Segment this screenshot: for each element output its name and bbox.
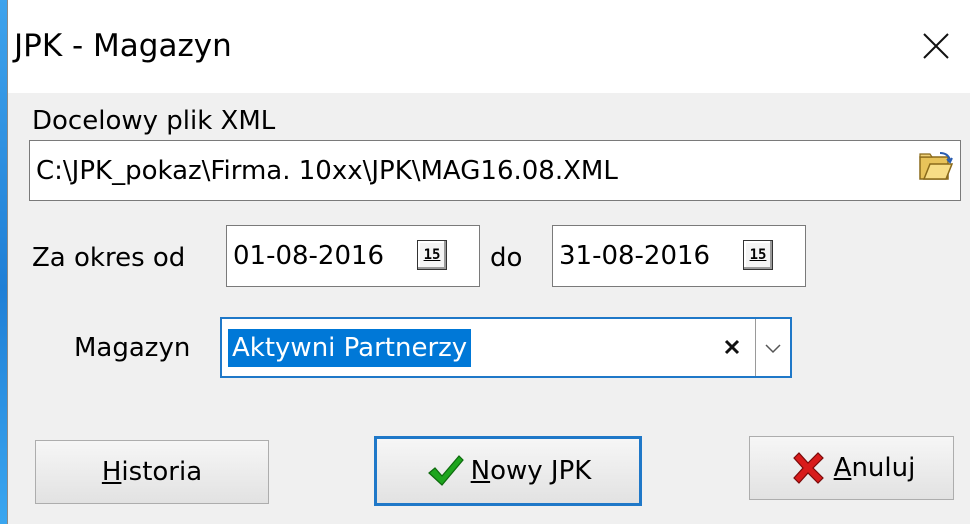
xml-file-label: Docelowy plik XML (32, 106, 276, 136)
date-from-calendar-button[interactable]: 15 (417, 240, 447, 270)
calendar-icon: 15 (423, 247, 441, 263)
xml-file-path: C:\JPK_pokaz\Firma. 10xx\JPK\MAG16.08.XM… (36, 155, 618, 186)
date-to-field[interactable]: 31-08-2016 15 (552, 225, 806, 287)
clear-icon (724, 339, 740, 355)
new-jpk-button[interactable]: Nowy JPK (374, 436, 642, 506)
cancel-button[interactable]: Anuluj (749, 436, 954, 500)
date-from-value: 01-08-2016 (233, 241, 385, 271)
date-to-calendar-button[interactable]: 15 (743, 240, 773, 270)
cross-icon (792, 452, 824, 484)
date-from-field[interactable]: 01-08-2016 15 (226, 225, 480, 287)
period-to-label: do (490, 243, 523, 273)
clear-button[interactable] (720, 335, 744, 359)
warehouse-label: Magazyn (74, 333, 191, 363)
history-button-label: Historia (101, 457, 203, 487)
cancel-button-label: Anuluj (833, 453, 916, 483)
chevron-down-icon (765, 343, 781, 353)
warehouse-combobox[interactable]: Aktywni Partnerzy (220, 317, 792, 378)
dropdown-button[interactable] (755, 319, 790, 376)
warehouse-selected-value: Aktywni Partnerzy (228, 329, 472, 367)
title-bar[interactable]: JPK - Magazyn (8, 0, 970, 93)
calendar-icon: 15 (749, 247, 767, 263)
close-icon (923, 33, 949, 59)
check-icon (427, 455, 464, 486)
window-title: JPK - Magazyn (14, 28, 232, 64)
new-jpk-button-label: Nowy JPK (470, 456, 592, 486)
folder-open-icon (919, 152, 954, 180)
close-button[interactable] (906, 14, 966, 78)
date-to-value: 31-08-2016 (559, 241, 711, 271)
period-from-label: Za okres od (32, 243, 186, 273)
xml-file-field[interactable]: C:\JPK_pokaz\Firma. 10xx\JPK\MAG16.08.XM… (29, 140, 961, 201)
dialog-window: JPK - Magazyn Docelowy plik XML C:\JPK_p… (7, 0, 970, 524)
history-button[interactable]: Historia (35, 440, 269, 504)
browse-folder-button[interactable] (916, 149, 956, 185)
